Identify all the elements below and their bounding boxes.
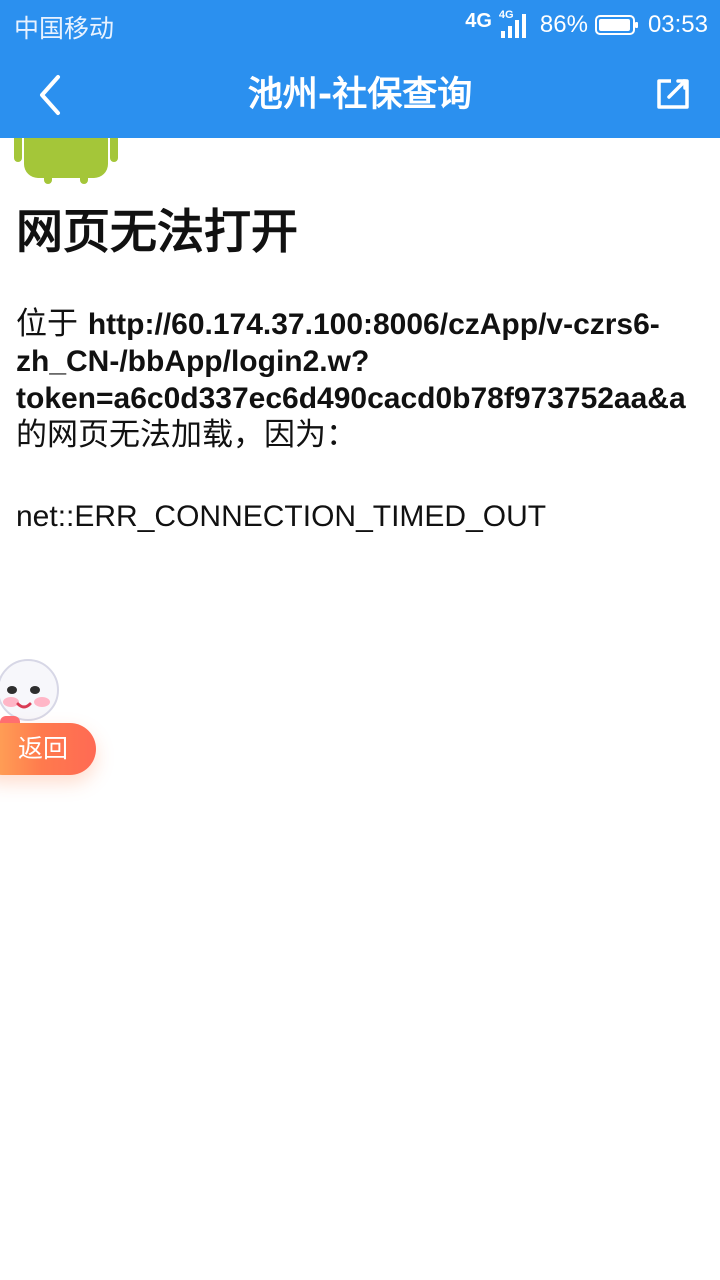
error-title: 网页无法打开 xyxy=(16,205,298,260)
share-icon xyxy=(657,79,689,109)
signal-strength: 4G xyxy=(498,9,533,40)
error-code: net::ERR_CONNECTION_TIMED_OUT xyxy=(16,500,547,533)
page-title: 池州-社保查询 xyxy=(247,75,473,115)
status-indicators: 4G 4G 86% 03:53 xyxy=(465,6,708,44)
back-button[interactable] xyxy=(22,68,76,122)
android-icon xyxy=(14,138,118,184)
chevron-left-icon xyxy=(40,75,60,115)
error-description: 位于 http://60.174.37.100:8006/czApp/v-czr… xyxy=(16,306,720,454)
app-bar: 池州-社保查询 xyxy=(0,50,720,138)
error-page-content: 网页无法打开 位于 http://60.174.37.100:8006/czAp… xyxy=(0,138,720,1280)
battery-percent: 86% xyxy=(539,11,588,38)
floating-back-label: 返回 xyxy=(17,734,68,763)
location-prefix: 位于 xyxy=(16,306,78,342)
secondary-network-label: 4G xyxy=(498,9,514,21)
url-line-2: zh_CN-/bbApp/login2.w? xyxy=(16,345,370,378)
clock: 03:53 xyxy=(647,11,708,38)
error-reason-label: 的网页无法加载，因为： xyxy=(16,417,357,453)
phone-screen: 中国移动 4G 4G 86% 03:53 池州-社保查询 网页无法打开 位于 h… xyxy=(0,0,720,1280)
carrier-label: 中国移动 xyxy=(14,14,115,43)
network-type-label: 4G xyxy=(465,10,492,32)
floating-back-button[interactable]: 返回 xyxy=(0,723,96,775)
url-line-3: token=a6c0d337ec6d490cacd0b78f973752aa&a xyxy=(16,382,686,415)
battery-icon xyxy=(594,15,638,35)
url-line-1: http://60.174.37.100:8006/czApp/v-czrs6- xyxy=(87,308,660,341)
status-bar: 中国移动 4G 4G 86% 03:53 xyxy=(0,0,720,50)
share-button[interactable] xyxy=(644,66,702,124)
